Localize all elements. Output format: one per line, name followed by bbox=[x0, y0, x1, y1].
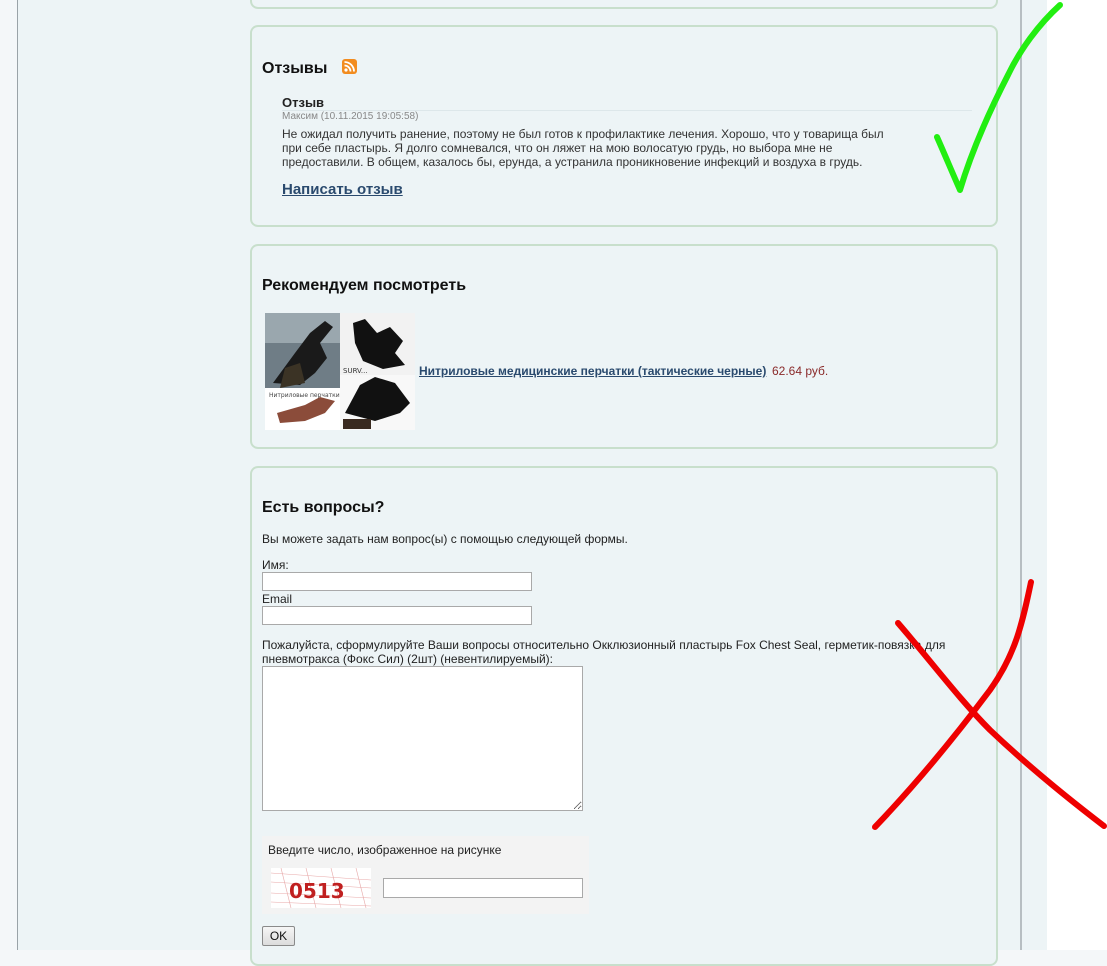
outer-right-margin bbox=[1047, 0, 1107, 950]
name-input[interactable] bbox=[262, 572, 532, 591]
product-image[interactable]: SURV... Нитриловые перчатки bbox=[265, 313, 415, 430]
reviews-heading: Отзывы bbox=[262, 60, 328, 77]
product-image-caption-text: Нитриловые перчатки bbox=[269, 392, 340, 399]
email-label: Email bbox=[262, 592, 293, 606]
recommended-section: Рекомендуем посмотреть SURV... Нитриловы… bbox=[250, 244, 998, 449]
recommended-heading: Рекомендуем посмотреть bbox=[262, 277, 467, 294]
question-textarea[interactable] bbox=[262, 666, 583, 811]
product-price: 62.64 руб. bbox=[772, 364, 829, 378]
left-margin bbox=[0, 0, 17, 950]
questions-heading: Есть вопросы? bbox=[262, 499, 385, 516]
captcha-block: Введите число, изображенное на рисунке 0… bbox=[262, 836, 589, 914]
review-author-date: Максим (10.11.2015 19:05:58) bbox=[282, 111, 419, 122]
reviews-section: Отзывы Отзыв Максим (10.11.2015 19:05:58… bbox=[250, 25, 998, 227]
captcha-image: 0513 bbox=[270, 867, 372, 909]
rss-icon[interactable] bbox=[342, 59, 357, 74]
submit-button[interactable]: OK bbox=[262, 926, 295, 946]
product-name-link[interactable]: Нитриловые медицинские перчатки (тактиче… bbox=[419, 364, 766, 378]
captcha-code-text: 0513 bbox=[289, 879, 345, 903]
previous-section-box bbox=[250, 0, 998, 9]
write-review-link[interactable]: Написать отзыв bbox=[282, 181, 403, 198]
right-border-line bbox=[1020, 0, 1022, 950]
captcha-label: Введите число, изображенное на рисунке bbox=[268, 843, 502, 857]
product-image-brand-text: SURV... bbox=[343, 367, 368, 375]
question-label: Пожалуйста, сформулируйте Ваши вопросы о… bbox=[262, 638, 946, 666]
review-text: Не ожидал получить ранение, поэтому не б… bbox=[282, 127, 884, 169]
email-input[interactable] bbox=[262, 606, 532, 625]
questions-intro: Вы можете задать нам вопрос(ы) с помощью… bbox=[262, 532, 628, 546]
captcha-input[interactable] bbox=[383, 878, 583, 898]
name-label: Имя: bbox=[262, 558, 289, 572]
questions-section: Есть вопросы? Вы можете задать нам вопро… bbox=[250, 466, 998, 966]
review-title: Отзыв bbox=[282, 95, 325, 110]
